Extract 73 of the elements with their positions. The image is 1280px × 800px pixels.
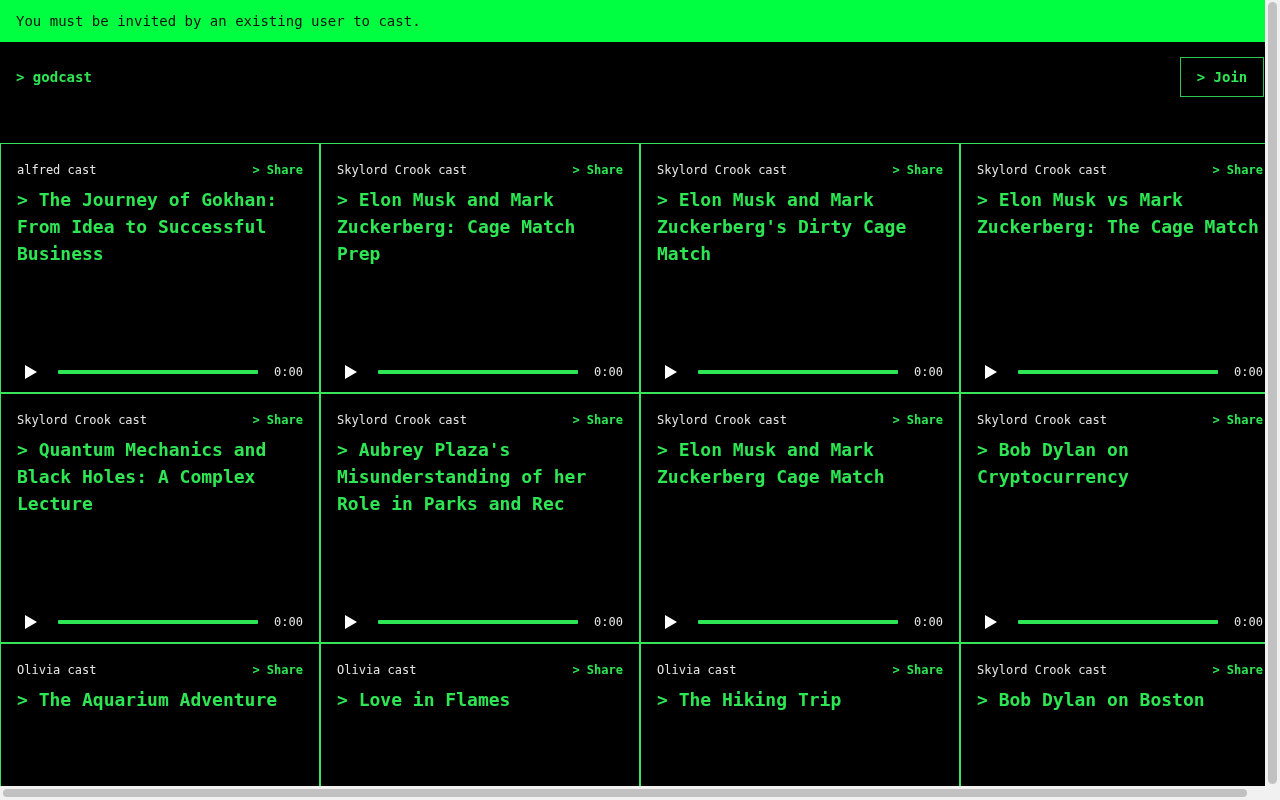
play-icon [985,615,997,629]
cast-title-link[interactable]: > Bob Dylan on Cryptocurrency [977,436,1263,490]
cast-title-link[interactable]: > Quantum Mechanics and Black Holes: A Complex Lecture [17,436,303,517]
notice-banner: You must be invited by an existing user to cast. [0,0,1265,42]
author-label: Skylord Crook cast [337,162,468,179]
play-icon [25,615,37,629]
play-icon [665,615,677,629]
time-label: 0:00 [274,614,303,631]
author-label: Skylord Crook cast [977,412,1108,429]
play-button[interactable] [985,615,997,629]
time-label: 0:00 [274,364,303,381]
share-link[interactable]: > Share [1212,661,1263,679]
cast-title-link[interactable]: > The Aquarium Adventure [17,686,303,713]
play-icon [985,365,997,379]
share-link[interactable]: > Share [252,411,303,429]
author-label: Skylord Crook cast [17,412,148,429]
logo-link[interactable]: > godcast [16,57,92,97]
cast-title-link[interactable]: > Elon Musk vs Mark Zuckerberg: The Cage Match [977,186,1263,240]
play-button[interactable] [345,365,357,379]
author-label: Skylord Crook cast [657,162,788,179]
author-label: Olivia cast [657,662,737,679]
author-label: Olivia cast [17,662,97,679]
author-label: Skylord Crook cast [657,412,788,429]
seek-bar[interactable] [378,620,579,624]
time-label: 0:00 [594,364,623,381]
author-label: Olivia cast [337,662,417,679]
play-button[interactable] [985,365,997,379]
seek-bar[interactable] [698,370,899,374]
share-link[interactable]: > Share [572,661,623,679]
play-icon [665,365,677,379]
scrollbar-thumb[interactable] [3,789,1247,797]
cast-title-link[interactable]: > Elon Musk and Mark Zuckerberg Cage Match [657,436,943,490]
time-label: 0:00 [1234,614,1263,631]
author-label: Skylord Crook cast [977,162,1108,179]
play-icon [345,615,357,629]
time-label: 0:00 [1234,364,1263,381]
seek-bar[interactable] [1018,620,1219,624]
share-link[interactable]: > Share [252,161,303,179]
share-link[interactable]: > Share [892,661,943,679]
play-icon [25,365,37,379]
cast-title-link[interactable]: > Elon Musk and Mark Zuckerberg: Cage Match Prep [337,186,623,267]
play-icon [345,365,357,379]
join-button[interactable]: > Join [1180,57,1264,97]
share-link[interactable]: > Share [252,661,303,679]
horizontal-scrollbar[interactable] [0,786,1265,800]
seek-bar[interactable] [378,370,579,374]
author-label: Skylord Crook cast [337,412,468,429]
seek-bar[interactable] [58,370,259,374]
author-label: alfred cast [17,162,97,179]
time-label: 0:00 [594,614,623,631]
share-link[interactable]: > Share [892,161,943,179]
cast-title-link[interactable]: > The Hiking Trip [657,686,943,713]
share-link[interactable]: > Share [572,411,623,429]
cast-title-link[interactable]: > Elon Musk and Mark Zuckerberg's Dirty Cage Match [657,186,943,267]
cast-title-link[interactable]: > The Journey of Gokhan: From Idea to Successful Business [17,186,303,267]
play-button[interactable] [25,365,37,379]
share-link[interactable]: > Share [572,161,623,179]
cast-title-link[interactable]: > Aubrey Plaza's Misunderstanding of her Role in Parks and Rec [337,436,623,517]
play-button[interactable] [25,615,37,629]
share-link[interactable]: > Share [892,411,943,429]
share-link[interactable]: > Share [1212,161,1263,179]
seek-bar[interactable] [58,620,259,624]
play-button[interactable] [665,615,677,629]
seek-bar[interactable] [1018,370,1219,374]
play-button[interactable] [345,615,357,629]
time-label: 0:00 [914,364,943,381]
share-link[interactable]: > Share [1212,411,1263,429]
author-label: Skylord Crook cast [977,662,1108,679]
play-button[interactable] [665,365,677,379]
cast-title-link[interactable]: > Bob Dylan on Boston [977,686,1263,713]
time-label: 0:00 [914,614,943,631]
cast-title-link[interactable]: > Love in Flames [337,686,623,713]
seek-bar[interactable] [698,620,899,624]
